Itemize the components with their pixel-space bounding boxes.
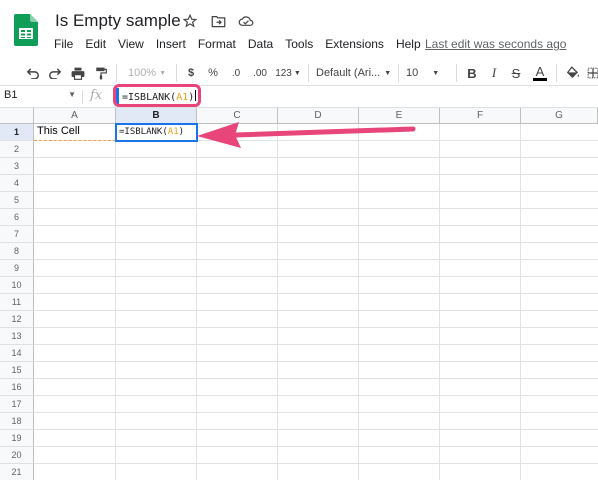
row-header-20[interactable]: 20 [0,447,34,464]
cell-b1-formula-prefix: =ISBLANK( [119,127,168,137]
percent-format-button[interactable]: % [206,64,220,82]
row-header-14[interactable]: 14 [0,345,34,362]
font-size-value: 10 [406,67,419,79]
bold-button[interactable]: B [464,64,480,82]
row-header-4[interactable]: 4 [0,175,34,192]
number-format-select[interactable]: 123 ▼ [274,64,302,82]
chevron-down-icon: ▼ [293,69,301,77]
cloud-status-icon[interactable] [237,12,255,30]
toolbar-divider [116,64,117,82]
sheets-logo-icon[interactable] [14,14,38,46]
chevron-down-icon: ▼ [432,69,440,77]
menu-view[interactable]: View [112,36,150,52]
cell-gridlines [34,124,598,480]
toolbar-divider [176,64,177,82]
font-family-value: Default (Ari... [316,67,381,79]
row-header-2[interactable]: 2 [0,141,34,158]
strikethrough-button[interactable]: S [508,64,524,82]
name-box[interactable]: B1 ▼ [4,89,76,105]
toolbar-divider [398,64,399,82]
last-edit-link[interactable]: Last edit was seconds ago [425,37,566,51]
font-size-select[interactable]: 10 ▼ [406,64,450,82]
cell-a1[interactable]: This Cell [34,124,116,141]
toolbar-divider [308,64,309,82]
chevron-down-icon: ▼ [384,69,392,77]
menu-edit[interactable]: Edit [79,36,112,52]
italic-button[interactable]: I [486,64,502,82]
row-header-11[interactable]: 11 [0,294,34,311]
row-header-7[interactable]: 7 [0,226,34,243]
row-header-13[interactable]: 13 [0,328,34,345]
document-title[interactable]: Is Empty sample [55,11,181,31]
borders-icon[interactable] [586,64,598,82]
row-header-3[interactable]: 3 [0,158,34,175]
row-header-5[interactable]: 5 [0,192,34,209]
row-header-19[interactable]: 19 [0,430,34,447]
column-header-g[interactable]: G [521,108,598,124]
fx-icon: fx [90,88,103,103]
zoom-select[interactable]: 100% ▼ [124,64,170,82]
undo-icon[interactable] [24,64,42,82]
move-folder-icon[interactable] [209,12,227,30]
decrease-decimal-button[interactable]: .0 [228,64,244,82]
cell-b1-formula-ref: A1 [167,127,179,137]
row-header-12[interactable]: 12 [0,311,34,328]
menu-tools[interactable]: Tools [279,36,319,52]
currency-format-button[interactable]: $ [184,64,198,82]
increase-decimal-button[interactable]: .00 [250,64,270,82]
menu-help[interactable]: Help [390,36,427,52]
row-header-15[interactable]: 15 [0,362,34,379]
cell-b1-formula-suffix: ) [178,127,185,137]
paint-format-icon[interactable] [92,64,110,82]
print-icon[interactable] [69,64,87,82]
toolbar: 100% ▼ $ % .0 .00 123 ▼ Default (Ari... … [0,60,598,86]
formula-highlight-box [113,84,201,107]
row-header-17[interactable]: 17 [0,396,34,413]
redo-icon[interactable] [46,64,64,82]
toolbar-divider [456,64,457,82]
font-family-select[interactable]: Default (Ari... ▼ [316,64,392,82]
menu-extensions[interactable]: Extensions [319,36,390,52]
row-header-6[interactable]: 6 [0,209,34,226]
text-color-button[interactable]: A [532,64,548,82]
fill-color-icon[interactable] [564,64,582,82]
app-header: Is Empty sample File Edit View Insert Fo… [0,0,598,56]
row-header-10[interactable]: 10 [0,277,34,294]
column-header-a[interactable]: A [34,108,116,124]
row-header-21[interactable]: 21 [0,464,34,480]
toolbar-divider [556,64,557,82]
formula-divider [82,90,83,104]
row-header-8[interactable]: 8 [0,243,34,260]
zoom-value: 100% [127,67,157,79]
row-header-16[interactable]: 16 [0,379,34,396]
text-color-label: A [535,63,545,79]
menu-format[interactable]: Format [192,36,242,52]
chevron-down-icon: ▼ [159,69,167,77]
menu-bar: File Edit View Insert Format Data Tools … [48,36,427,52]
row-header-9[interactable]: 9 [0,260,34,277]
number-format-label: 123 [275,67,292,79]
menu-insert[interactable]: Insert [150,36,192,52]
row-header-18[interactable]: 18 [0,413,34,430]
column-header-b[interactable]: B [116,108,197,124]
star-icon[interactable] [181,12,199,30]
menu-data[interactable]: Data [242,36,279,52]
select-all-corner[interactable] [0,108,34,124]
menu-file[interactable]: File [48,36,79,52]
formula-bar: B1 ▼ fx =ISBLANK(A1) [0,86,598,108]
annotation-arrow [197,122,416,148]
chevron-down-icon: ▼ [68,90,76,99]
cell-reference: B1 [4,89,18,101]
text-color-swatch [533,77,547,81]
cell-b1-active[interactable]: =ISBLANK(A1) [115,123,198,142]
column-header-f[interactable]: F [440,108,521,124]
row-header-1[interactable]: 1 [0,124,34,141]
